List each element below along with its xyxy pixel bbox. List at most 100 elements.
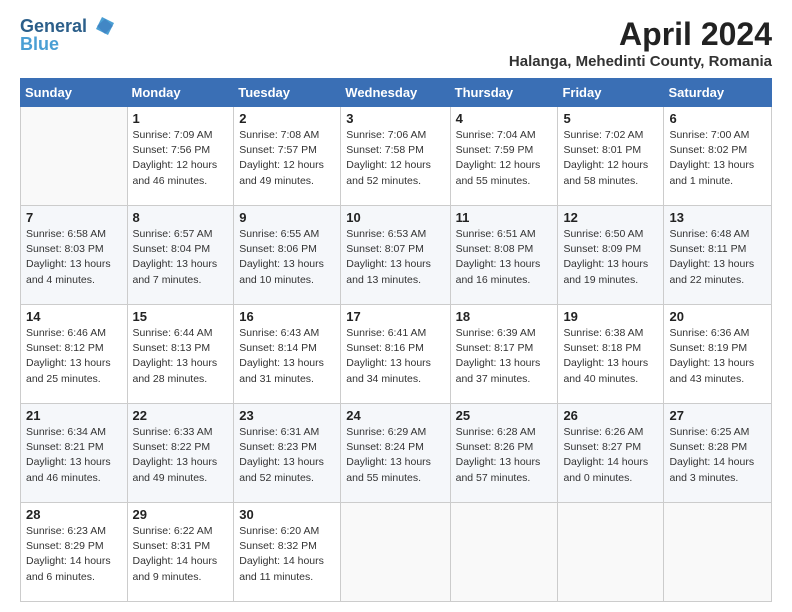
calendar-week-2: 7 Sunrise: 6:58 AMSunset: 8:03 PMDaylight…	[21, 206, 772, 305]
calendar-week-3: 14 Sunrise: 6:46 AMSunset: 8:12 PMDayligh…	[21, 305, 772, 404]
day-info: Sunrise: 6:33 AMSunset: 8:22 PMDaylight:…	[133, 425, 229, 486]
day-info: Sunrise: 7:04 AMSunset: 7:59 PMDaylight:…	[456, 128, 553, 189]
day-number: 29	[133, 507, 229, 522]
col-tuesday: Tuesday	[234, 79, 341, 107]
day-number: 12	[563, 210, 658, 225]
day-number: 3	[346, 111, 444, 126]
day-info: Sunrise: 6:38 AMSunset: 8:18 PMDaylight:…	[563, 326, 658, 387]
day-info: Sunrise: 6:55 AMSunset: 8:06 PMDaylight:…	[239, 227, 335, 288]
calendar-table: Sunday Monday Tuesday Wednesday Thursday…	[20, 78, 772, 602]
day-info: Sunrise: 7:06 AMSunset: 7:58 PMDaylight:…	[346, 128, 444, 189]
day-number: 26	[563, 408, 658, 423]
calendar-header: Sunday Monday Tuesday Wednesday Thursday…	[21, 79, 772, 107]
table-row	[341, 503, 450, 602]
day-number: 2	[239, 111, 335, 126]
calendar-week-4: 21Sunrise: 6:34 AMSunset: 8:21 PMDayligh…	[21, 404, 772, 503]
table-row: 27Sunrise: 6:25 AMSunset: 8:28 PMDayligh…	[664, 404, 772, 503]
day-info: Sunrise: 6:57 AMSunset: 8:04 PMDaylight:…	[133, 227, 229, 288]
day-info: Sunrise: 6:23 AMSunset: 8:29 PMDaylight:…	[26, 524, 122, 585]
day-info: Sunrise: 6:48 AMSunset: 8:11 PMDaylight:…	[669, 227, 766, 288]
day-number: 28	[26, 507, 122, 522]
table-row	[664, 503, 772, 602]
day-number: 14	[26, 309, 122, 324]
table-row: 28 Sunrise: 6:23 AMSunset: 8:29 PMDayligh…	[21, 503, 128, 602]
table-row: 6Sunrise: 7:00 AMSunset: 8:02 PMDaylight…	[664, 107, 772, 206]
table-row: 23 Sunrise: 6:31 AMSunset: 8:23 PMDayligh…	[234, 404, 341, 503]
day-info: Sunrise: 7:09 AMSunset: 7:56 PMDaylight:…	[133, 128, 229, 189]
day-number: 9	[239, 210, 335, 225]
table-row: 21Sunrise: 6:34 AMSunset: 8:21 PMDayligh…	[21, 404, 128, 503]
table-row: 10 Sunrise: 6:53 AMSunset: 8:07 PMDayligh…	[341, 206, 450, 305]
day-number: 25	[456, 408, 553, 423]
table-row: 7 Sunrise: 6:58 AMSunset: 8:03 PMDaylight…	[21, 206, 128, 305]
table-row: 29 Sunrise: 6:22 AMSunset: 8:31 PMDayligh…	[127, 503, 234, 602]
table-row: 30Sunrise: 6:20 AMSunset: 8:32 PMDayligh…	[234, 503, 341, 602]
day-info: Sunrise: 6:29 AMSunset: 8:24 PMDaylight:…	[346, 425, 444, 486]
table-row: 24Sunrise: 6:29 AMSunset: 8:24 PMDayligh…	[341, 404, 450, 503]
col-monday: Monday	[127, 79, 234, 107]
day-number: 1	[133, 111, 229, 126]
table-row: 25 Sunrise: 6:28 AMSunset: 8:26 PMDayligh…	[450, 404, 558, 503]
table-row: 14 Sunrise: 6:46 AMSunset: 8:12 PMDayligh…	[21, 305, 128, 404]
table-row: 8 Sunrise: 6:57 AMSunset: 8:04 PMDaylight…	[127, 206, 234, 305]
day-number: 15	[133, 309, 229, 324]
day-info: Sunrise: 6:41 AMSunset: 8:16 PMDaylight:…	[346, 326, 444, 387]
day-info: Sunrise: 7:02 AMSunset: 8:01 PMDaylight:…	[563, 128, 658, 189]
calendar-week-1: 1 Sunrise: 7:09 AMSunset: 7:56 PMDaylight…	[21, 107, 772, 206]
table-row: 1 Sunrise: 7:09 AMSunset: 7:56 PMDaylight…	[127, 107, 234, 206]
day-number: 7	[26, 210, 122, 225]
table-row: 17 Sunrise: 6:41 AMSunset: 8:16 PMDayligh…	[341, 305, 450, 404]
table-row: 18 Sunrise: 6:39 AMSunset: 8:17 PMDayligh…	[450, 305, 558, 404]
day-number: 19	[563, 309, 658, 324]
day-number: 27	[669, 408, 766, 423]
day-info: Sunrise: 6:31 AMSunset: 8:23 PMDaylight:…	[239, 425, 335, 486]
day-number: 30	[239, 507, 335, 522]
day-info: Sunrise: 6:46 AMSunset: 8:12 PMDaylight:…	[26, 326, 122, 387]
day-info: Sunrise: 7:08 AMSunset: 7:57 PMDaylight:…	[239, 128, 335, 189]
day-number: 17	[346, 309, 444, 324]
day-info: Sunrise: 6:39 AMSunset: 8:17 PMDaylight:…	[456, 326, 553, 387]
day-info: Sunrise: 6:58 AMSunset: 8:03 PMDaylight:…	[26, 227, 122, 288]
day-number: 18	[456, 309, 553, 324]
day-number: 16	[239, 309, 335, 324]
location: Halanga, Mehedinti County, Romania	[509, 53, 772, 70]
table-row: 9 Sunrise: 6:55 AMSunset: 8:06 PMDaylight…	[234, 206, 341, 305]
table-row: 4 Sunrise: 7:04 AMSunset: 7:59 PMDaylight…	[450, 107, 558, 206]
header-row: Sunday Monday Tuesday Wednesday Thursday…	[21, 79, 772, 107]
day-number: 20	[669, 309, 766, 324]
day-number: 10	[346, 210, 444, 225]
page: General Blue April 2024 Halanga, Mehedin…	[0, 0, 792, 612]
day-info: Sunrise: 7:00 AMSunset: 8:02 PMDaylight:…	[669, 128, 766, 189]
table-row: 26Sunrise: 6:26 AMSunset: 8:27 PMDayligh…	[558, 404, 664, 503]
day-number: 22	[133, 408, 229, 423]
month-title: April 2024	[509, 16, 772, 53]
day-number: 23	[239, 408, 335, 423]
day-info: Sunrise: 6:34 AMSunset: 8:21 PMDaylight:…	[26, 425, 122, 486]
col-saturday: Saturday	[664, 79, 772, 107]
table-row: 22 Sunrise: 6:33 AMSunset: 8:22 PMDayligh…	[127, 404, 234, 503]
day-info: Sunrise: 6:28 AMSunset: 8:26 PMDaylight:…	[456, 425, 553, 486]
title-block: April 2024 Halanga, Mehedinti County, Ro…	[509, 16, 772, 70]
table-row: 12 Sunrise: 6:50 AMSunset: 8:09 PMDayligh…	[558, 206, 664, 305]
header: General Blue April 2024 Halanga, Mehedin…	[20, 16, 772, 70]
table-row: 11Sunrise: 6:51 AMSunset: 8:08 PMDayligh…	[450, 206, 558, 305]
table-row	[450, 503, 558, 602]
logo-icon	[94, 15, 116, 37]
day-info: Sunrise: 6:36 AMSunset: 8:19 PMDaylight:…	[669, 326, 766, 387]
table-row	[558, 503, 664, 602]
col-sunday: Sunday	[21, 79, 128, 107]
day-number: 8	[133, 210, 229, 225]
table-row: 19 Sunrise: 6:38 AMSunset: 8:18 PMDayligh…	[558, 305, 664, 404]
day-info: Sunrise: 6:50 AMSunset: 8:09 PMDaylight:…	[563, 227, 658, 288]
col-wednesday: Wednesday	[341, 79, 450, 107]
logo-blue: Blue	[20, 35, 116, 55]
table-row: 13Sunrise: 6:48 AMSunset: 8:11 PMDayligh…	[664, 206, 772, 305]
day-info: Sunrise: 6:43 AMSunset: 8:14 PMDaylight:…	[239, 326, 335, 387]
day-number: 4	[456, 111, 553, 126]
day-info: Sunrise: 6:22 AMSunset: 8:31 PMDaylight:…	[133, 524, 229, 585]
col-friday: Friday	[558, 79, 664, 107]
table-row: 20 Sunrise: 6:36 AMSunset: 8:19 PMDayligh…	[664, 305, 772, 404]
col-thursday: Thursday	[450, 79, 558, 107]
day-number: 5	[563, 111, 658, 126]
day-info: Sunrise: 6:53 AMSunset: 8:07 PMDaylight:…	[346, 227, 444, 288]
